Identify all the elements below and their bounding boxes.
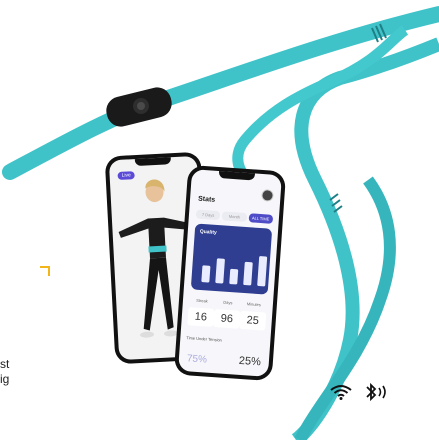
quality-bar	[215, 258, 225, 284]
timer-label: Time Under Tension	[186, 335, 223, 343]
cutoff-text-2: ig	[0, 372, 10, 386]
quality-bar	[229, 268, 239, 285]
cutoff-text-1: st	[0, 357, 10, 371]
stat-days: Days 96	[213, 299, 241, 329]
avatar[interactable]	[261, 189, 274, 202]
bluetooth-icon	[366, 382, 386, 402]
quality-bar	[243, 261, 253, 286]
tab-all-time[interactable]: ALL TIME	[248, 213, 274, 224]
time-range-tabs: 7 Days Month ALL TIME	[195, 209, 274, 224]
bracket-mark	[40, 266, 50, 276]
sensor-device	[106, 87, 172, 127]
quality-bar	[201, 265, 211, 283]
stat-label: Minutes	[246, 301, 262, 308]
quality-bar-chart	[201, 256, 268, 287]
stat-value: 25	[239, 310, 267, 331]
percent-right: 25%	[238, 354, 262, 369]
product-scene: st ig Live Stats 7 Days Month ALL TIME Q…	[0, 0, 439, 440]
stat-label: Streak	[196, 297, 208, 304]
stat-value: 96	[213, 309, 241, 329]
quality-bar	[257, 256, 268, 287]
quality-card: Quality	[190, 223, 273, 295]
stats-title: Stats	[197, 195, 216, 204]
stat-minutes: Minutes 25	[239, 301, 267, 331]
stat-value: 16	[187, 307, 215, 327]
stat-label: Days	[223, 299, 233, 306]
stats-row: Streak 16 Days 96 Minutes 25	[187, 297, 267, 331]
tab-month[interactable]: Month	[221, 211, 247, 223]
stat-streak: Streak 16	[187, 297, 215, 327]
tab-7-days[interactable]: 7 Days	[195, 209, 221, 221]
wifi-icon	[330, 385, 352, 400]
percent-left: 75%	[186, 353, 208, 366]
phone-stats: Stats 7 Days Month ALL TIME Quality Stre…	[173, 164, 287, 382]
stats-screen: Stats 7 Days Month ALL TIME Quality Stre…	[178, 169, 282, 377]
